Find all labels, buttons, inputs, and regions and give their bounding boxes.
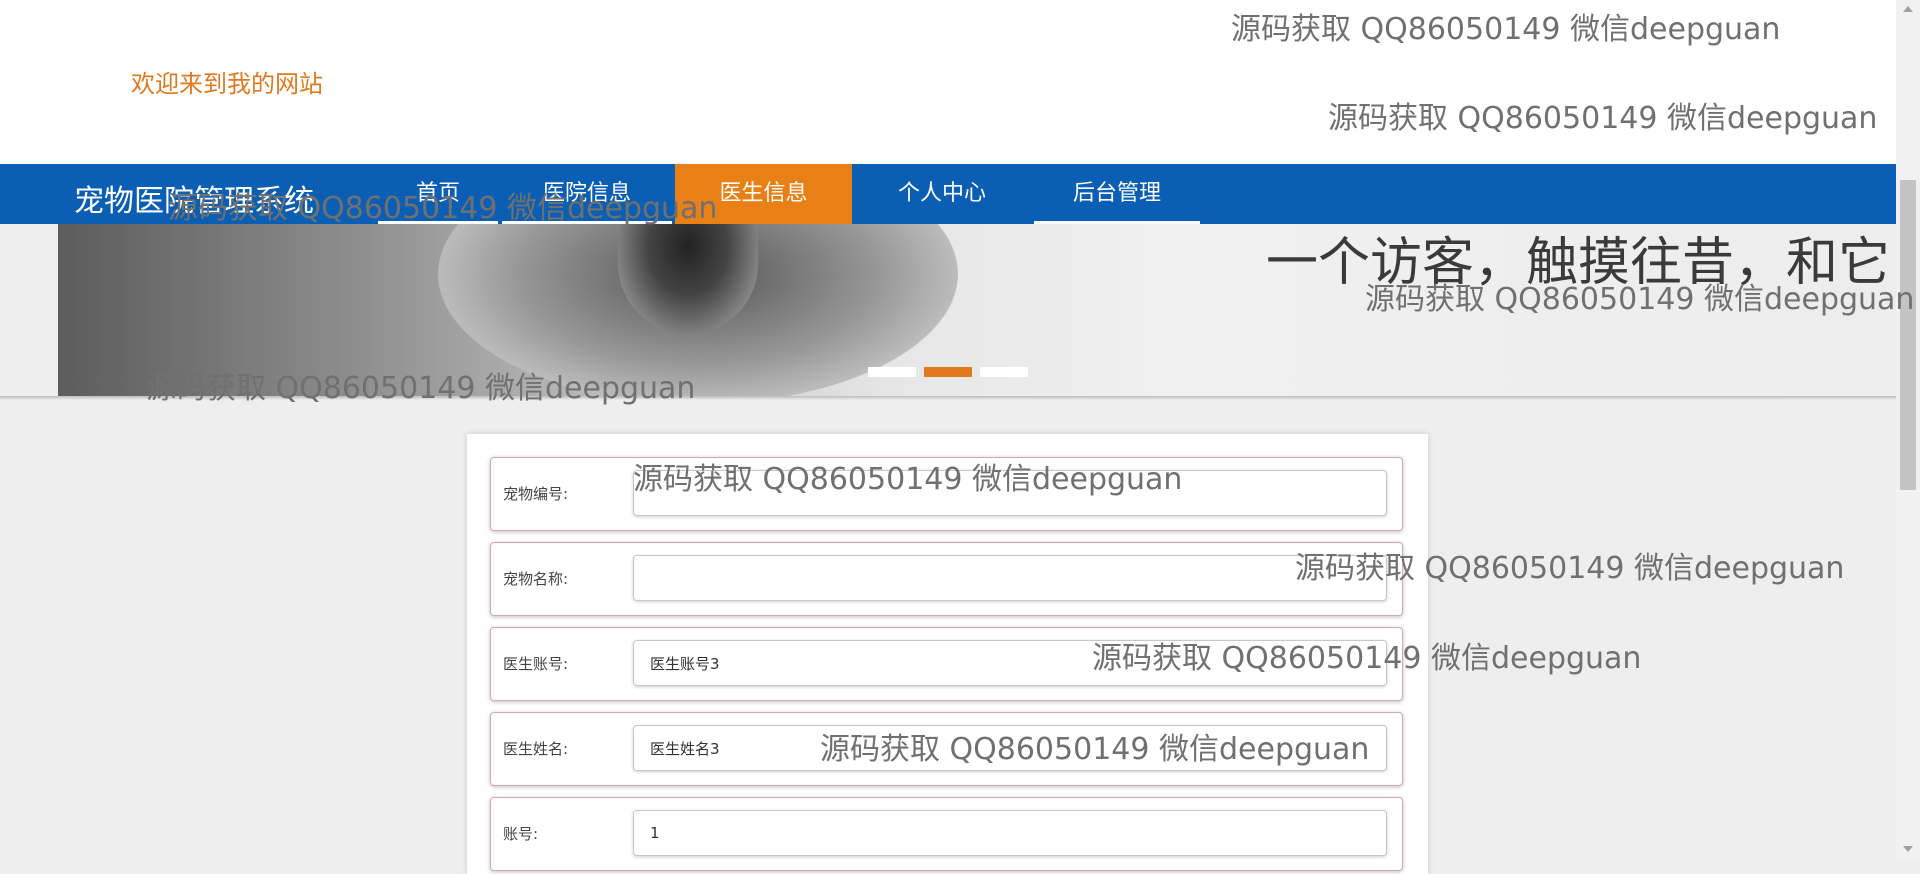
scroll-down-arrow-icon[interactable] [1903, 846, 1913, 852]
site-brand[interactable]: 宠物医院管理系统 [74, 176, 314, 220]
doctor-account-input[interactable] [633, 640, 1387, 686]
doctor-name-label: 医生姓名: [503, 740, 569, 758]
form-row-pet-id: 宠物编号: [490, 457, 1403, 531]
nav-item-personal-center[interactable]: 个人中心 [852, 164, 1032, 224]
form-row-doctor-account: 医生账号: [490, 627, 1403, 701]
carousel-dot-2[interactable] [924, 367, 972, 377]
detail-form: 宠物编号: 宠物名称: 医生账号: 医生姓名: 账号: [467, 434, 1428, 874]
top-header: 欢迎来到我的网站 [0, 0, 1896, 164]
main-nav: 宠物医院管理系统 首页 医院信息 医生信息 个人中心 后台管理 [0, 164, 1896, 224]
doctor-name-input[interactable] [633, 725, 1387, 771]
carousel-dot-3[interactable] [980, 367, 1028, 377]
nav-item-admin[interactable]: 后台管理 [1034, 164, 1200, 224]
carousel-indicators [868, 362, 1036, 381]
banner-shadow [0, 396, 1896, 400]
vertical-scrollbar[interactable] [1896, 0, 1920, 860]
banner-carousel[interactable]: 一个访客，触摸往昔，和它 [58, 224, 1896, 398]
form-row-doctor-name: 医生姓名: [490, 712, 1403, 786]
pet-name-label: 宠物名称: [503, 570, 569, 588]
nav-item-hospital-info[interactable]: 医院信息 [502, 164, 672, 224]
scroll-up-arrow-icon[interactable] [1903, 6, 1913, 12]
scroll-thumb[interactable] [1900, 180, 1916, 490]
pet-name-input[interactable] [633, 555, 1387, 601]
account-input[interactable] [633, 810, 1387, 856]
nav-item-home[interactable]: 首页 [378, 164, 498, 224]
carousel-dot-1[interactable] [868, 367, 916, 377]
nav-item-doctor-info[interactable]: 医生信息 [675, 164, 852, 224]
account-label: 账号: [503, 825, 539, 843]
banner-caption: 一个访客，触摸往昔，和它 [1266, 233, 1891, 293]
form-row-pet-name: 宠物名称: [490, 542, 1403, 616]
doctor-account-label: 医生账号: [503, 655, 569, 673]
welcome-text: 欢迎来到我的网站 [131, 70, 323, 98]
pet-id-label: 宠物编号: [503, 485, 569, 503]
pet-id-input[interactable] [633, 470, 1387, 516]
